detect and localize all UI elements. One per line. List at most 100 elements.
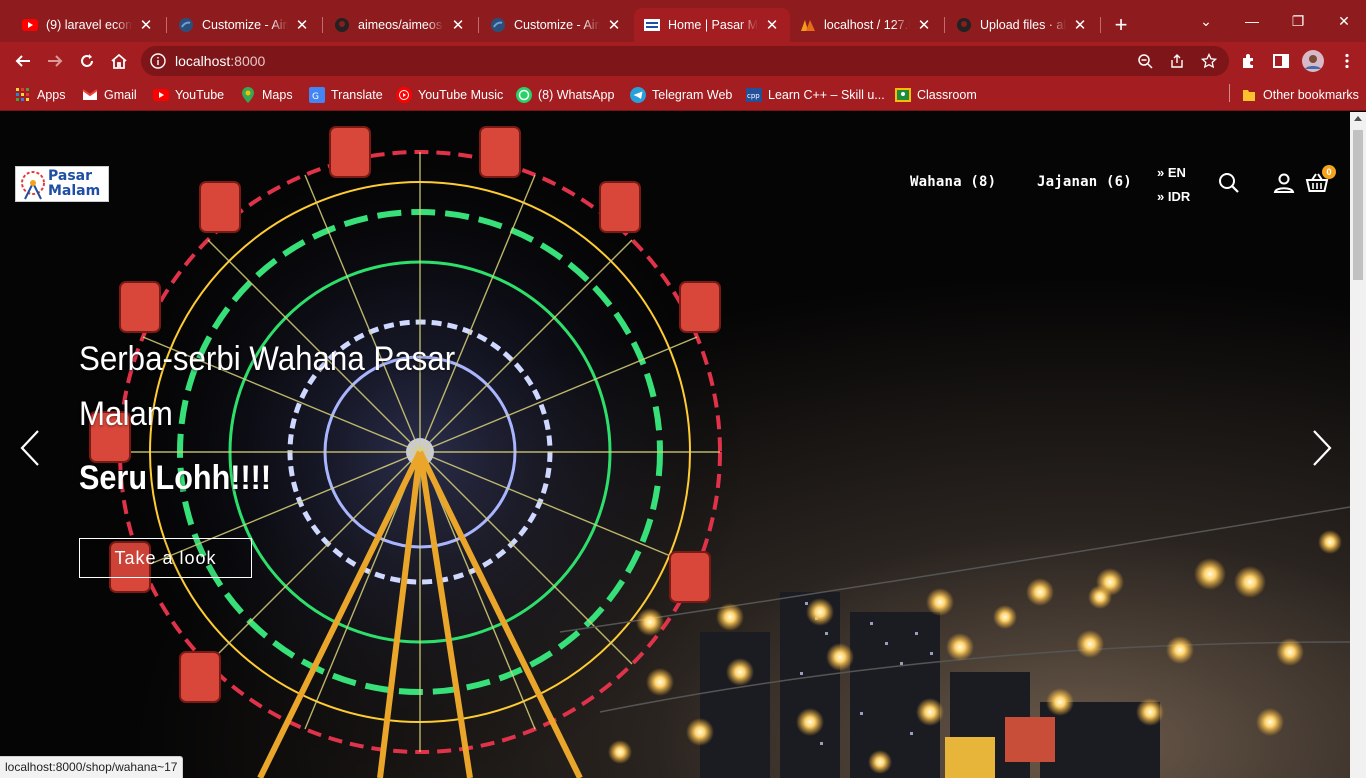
- bookmark-telegram[interactable]: Telegram Web: [630, 85, 732, 105]
- bookmark-label: Classroom: [917, 88, 977, 102]
- site-logo[interactable]: Pasar Malam: [15, 166, 109, 202]
- tab-title: aimeos/aimeos-laravel: [358, 18, 444, 32]
- bookmark-maps[interactable]: Maps: [240, 85, 293, 105]
- tab-strip: (9) laravel ecomm ✕ Customize - Aimeos ✕…: [0, 0, 1366, 42]
- aimeos-icon: [178, 17, 194, 33]
- bookmark-learn-cpp[interactable]: cpp Learn C++ – Skill u...: [746, 85, 885, 105]
- profile-avatar[interactable]: [1302, 50, 1324, 72]
- chevron-right-icon[interactable]: [1310, 428, 1334, 468]
- tab-title: Customize - Aimeos: [514, 18, 600, 32]
- tab-github-aimeos[interactable]: aimeos/aimeos-laravel ✕: [324, 8, 476, 42]
- reload-button[interactable]: [73, 47, 101, 75]
- logo-line2: Malam: [48, 183, 101, 199]
- forward-button[interactable]: [41, 47, 69, 75]
- chevron-left-icon[interactable]: [18, 428, 42, 468]
- restore-button[interactable]: ❐: [1284, 10, 1312, 32]
- other-bookmarks-label: Other bookmarks: [1263, 88, 1359, 102]
- github-icon: [956, 17, 972, 33]
- url-port: :8000: [230, 53, 266, 69]
- hero-headline-line1: Serba-serbi Wahana Pasar: [79, 340, 456, 378]
- tab-close-icon[interactable]: ✕: [450, 16, 466, 34]
- tab-separator: [944, 17, 945, 33]
- info-icon[interactable]: [150, 53, 166, 69]
- tab-title: Home | Pasar Malam: [668, 18, 758, 32]
- ferris-wheel-logo-icon: [21, 171, 45, 200]
- bookmark-label: Gmail: [104, 88, 137, 102]
- bookmark-youtube-music[interactable]: YouTube Music: [396, 85, 503, 105]
- tab-close-icon[interactable]: ✕: [606, 16, 622, 34]
- translate-icon: G: [309, 87, 325, 103]
- github-icon: [334, 17, 350, 33]
- extensions-puzzle-icon[interactable]: [1240, 52, 1258, 70]
- hero-banner-image: [0, 112, 1350, 778]
- zoom-icon[interactable]: [1137, 53, 1153, 69]
- other-bookmarks[interactable]: Other bookmarks: [1241, 85, 1359, 105]
- tab-separator: [166, 17, 167, 33]
- tab-pasar-malam-active[interactable]: Home | Pasar Malam ✕: [634, 8, 790, 42]
- tab-title: Upload files · akar: [980, 18, 1066, 32]
- nav-link-jajanan[interactable]: Jajanan (6): [1037, 174, 1132, 190]
- bookmark-label: YouTube Music: [418, 88, 504, 102]
- arrow-left-icon: [15, 55, 30, 67]
- tab-youtube[interactable]: (9) laravel ecomm ✕: [12, 8, 164, 42]
- bookmarks-bar: Apps Gmail YouTube Maps G Translate YouT…: [0, 80, 1366, 111]
- nav-link-wahana[interactable]: Wahana (8): [910, 174, 996, 190]
- side-panel-icon[interactable]: [1272, 52, 1290, 70]
- link-status-bar: localhost:8000/shop/wahana~17: [0, 756, 184, 778]
- back-button[interactable]: [9, 47, 37, 75]
- tab-customize-aimeos[interactable]: Customize - Aimeos ✕: [168, 8, 320, 42]
- bookmark-label: Maps: [262, 88, 293, 102]
- tab-close-icon[interactable]: ✕: [294, 16, 310, 34]
- search-icon[interactable]: [1217, 171, 1241, 195]
- svg-text:cpp: cpp: [747, 92, 760, 100]
- tab-close-icon[interactable]: ✕: [764, 16, 780, 34]
- bookmark-label: Translate: [331, 88, 383, 102]
- minimize-button[interactable]: —: [1238, 10, 1266, 32]
- tab-upload-files[interactable]: Upload files · akar ✕: [946, 8, 1098, 42]
- star-icon[interactable]: [1201, 53, 1217, 69]
- scrollbar-thumb[interactable]: [1353, 130, 1363, 280]
- bookmark-label: Telegram Web: [652, 88, 733, 102]
- address-url: localhost:8000: [175, 53, 265, 69]
- bookmark-apps[interactable]: Apps: [15, 85, 66, 105]
- bookmark-classroom[interactable]: Classroom: [895, 85, 977, 105]
- bookmark-translate[interactable]: G Translate: [309, 85, 383, 105]
- tab-separator: [478, 17, 479, 33]
- cpp-icon: cpp: [746, 87, 762, 103]
- bookmarks-divider: [1229, 84, 1230, 102]
- close-window-button[interactable]: ✕: [1330, 10, 1358, 32]
- address-bar[interactable]: localhost:8000: [141, 46, 1229, 76]
- new-tab-button[interactable]: +: [1108, 12, 1134, 38]
- tab-customize-aimeos-2[interactable]: Customize - Aimeos ✕: [480, 8, 632, 42]
- url-host: localhost: [175, 53, 231, 69]
- tab-separator: [322, 17, 323, 33]
- phpmyadmin-icon: [800, 17, 816, 33]
- language-switch[interactable]: » EN: [1157, 165, 1186, 180]
- bookmark-whatsapp[interactable]: (8) WhatsApp: [516, 85, 614, 105]
- scroll-up-arrow-icon[interactable]: [1354, 116, 1362, 121]
- kebab-menu-icon[interactable]: [1338, 52, 1356, 70]
- youtube-icon: [153, 87, 169, 103]
- tab-phpmyadmin[interactable]: localhost / 127.0.0.1 ✕: [790, 8, 942, 42]
- currency-switch[interactable]: » IDR: [1157, 189, 1190, 204]
- bookmark-gmail[interactable]: Gmail: [82, 85, 137, 105]
- bookmark-label: Learn C++ – Skill u...: [768, 88, 885, 102]
- youtube-music-icon: [396, 87, 412, 103]
- bookmark-label: YouTube: [175, 88, 225, 102]
- tab-title: (9) laravel ecomm: [46, 18, 132, 32]
- share-icon[interactable]: [1169, 53, 1185, 69]
- take-a-look-button[interactable]: Take a look: [79, 538, 252, 578]
- bookmark-youtube[interactable]: YouTube: [153, 85, 224, 105]
- logo-line1: Pasar: [48, 168, 93, 184]
- page-scrollbar[interactable]: [1350, 112, 1366, 778]
- tab-close-icon[interactable]: ✕: [1072, 16, 1088, 34]
- aimeos-icon: [490, 17, 506, 33]
- hero-headline: Serba-serbi Wahana Pasar Malam: [79, 332, 465, 442]
- home-button[interactable]: [105, 47, 133, 75]
- hero-headline-line2: Malam: [79, 395, 173, 433]
- tab-search-chevron-icon[interactable]: ⌄: [1192, 10, 1220, 32]
- tab-close-icon[interactable]: ✕: [916, 16, 932, 34]
- tab-close-icon[interactable]: ✕: [138, 16, 154, 34]
- arrow-right-icon: [48, 55, 63, 67]
- user-icon[interactable]: [1272, 171, 1296, 195]
